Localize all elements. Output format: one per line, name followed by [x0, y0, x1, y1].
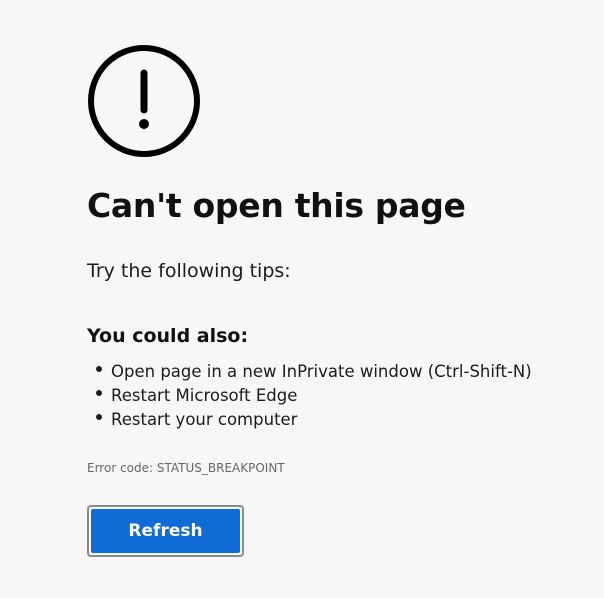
suggestion-text: Open page in a new InPrivate window (Ctr… — [111, 362, 532, 381]
exclamation-circle-icon — [88, 45, 200, 157]
refresh-button[interactable]: Refresh — [91, 509, 240, 553]
suggestion-text: Restart Microsoft Edge — [111, 386, 298, 405]
bullet-icon — [96, 366, 102, 372]
suggestions-list: Open page in a new InPrivate window (Ctr… — [87, 360, 532, 432]
refresh-button-focus-ring: Refresh — [87, 505, 244, 557]
bullet-icon — [96, 414, 102, 420]
list-item: Restart your computer — [87, 408, 532, 432]
tips-intro-text: Try the following tips: — [87, 260, 291, 282]
list-item: Restart Microsoft Edge — [87, 384, 532, 408]
page-title: Can't open this page — [87, 186, 466, 225]
error-code-text: Error code: STATUS_BREAKPOINT — [87, 461, 285, 475]
list-item: Open page in a new InPrivate window (Ctr… — [87, 360, 532, 384]
bullet-icon — [96, 390, 102, 396]
suggestion-text: Restart your computer — [111, 410, 298, 429]
could-also-heading: You could also: — [87, 325, 249, 347]
error-page: Can't open this page Try the following t… — [0, 0, 604, 598]
